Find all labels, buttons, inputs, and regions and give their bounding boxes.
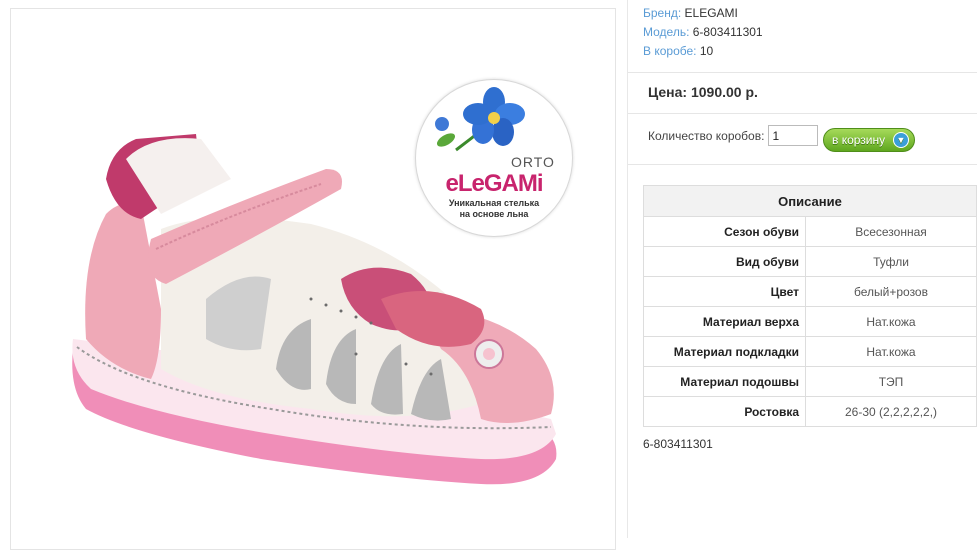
spec-value: Всесезонная xyxy=(805,216,977,247)
divider xyxy=(628,164,977,165)
table-row: Сезон обуви Всесезонная xyxy=(643,216,977,247)
logo-brand-text: eLeGAMi xyxy=(445,170,543,197)
cart-icon: ▼ xyxy=(893,132,909,148)
spec-value: Нат.кожа xyxy=(805,306,977,337)
brand-logo: ORTO eLeGAMi Уникальная стелька на основ… xyxy=(415,79,573,237)
product-image-panel[interactable]: ORTO eLeGAMi Уникальная стелька на основ… xyxy=(10,8,616,550)
table-row: Цвет белый+розов xyxy=(643,276,977,307)
spec-label: Сезон обуви xyxy=(643,216,806,247)
model-row: Модель: 6-803411301 xyxy=(643,23,763,42)
model-label: Модель: xyxy=(643,25,690,39)
model-value: 6-803411301 xyxy=(692,25,763,39)
logo-orto-text: ORTO xyxy=(511,154,555,170)
brand-label: Бренд: xyxy=(643,6,682,20)
spec-value: Нат.кожа xyxy=(805,336,977,367)
table-row: Ростовка 26-30 (2,2,2,2,2,) xyxy=(643,396,977,427)
box-row: В коробе: 10 xyxy=(643,42,763,61)
spec-label: Вид обуви xyxy=(643,246,806,277)
spec-title: Описание xyxy=(643,185,977,217)
divider xyxy=(628,113,977,114)
table-row: Материал подошвы ТЭП xyxy=(643,366,977,397)
quantity-row: Количество коробов: xyxy=(648,125,819,146)
logo-tagline: Уникальная стелька на основе льна xyxy=(426,198,562,220)
box-value: 10 xyxy=(699,44,714,58)
spec-label: Материал подошвы xyxy=(643,366,806,397)
spec-value: белый+розов xyxy=(805,276,977,307)
spec-value: 26-30 (2,2,2,2,2,) xyxy=(805,396,977,427)
flax-flower-icon xyxy=(435,87,525,152)
quantity-input[interactable] xyxy=(768,125,819,146)
add-to-cart-label: в корзину xyxy=(832,133,886,147)
box-label: В коробе: xyxy=(643,44,697,58)
product-meta: Бренд: ELEGAMI Модель: 6-803411301 В кор… xyxy=(643,4,763,61)
table-row: Вид обуви Туфли xyxy=(643,246,977,277)
divider xyxy=(628,72,977,73)
brand-value: ELEGAMI xyxy=(684,6,738,20)
column-divider xyxy=(627,0,628,538)
spec-label: Цвет xyxy=(643,276,806,307)
product-price: Цена: 1090.00 р. xyxy=(648,84,758,100)
spec-value: ТЭП xyxy=(805,366,977,397)
spec-label: Материал верха xyxy=(643,306,806,337)
logo-tagline-line1: Уникальная стелька xyxy=(448,198,540,208)
spec-value: Туфли xyxy=(805,246,977,277)
table-row: Материал верха Нат.кожа xyxy=(643,306,977,337)
logo-tagline-line2: на основе льна xyxy=(459,209,529,219)
brand-row: Бренд: ELEGAMI xyxy=(643,4,763,23)
quantity-label: Количество коробов: xyxy=(648,128,765,143)
spec-label: Ростовка xyxy=(643,396,806,427)
spec-label: Материал подкладки xyxy=(643,336,806,367)
product-code: 6-803411301 xyxy=(643,437,713,451)
add-to-cart-button[interactable]: в корзину ▼ xyxy=(823,128,915,152)
spec-table: Описание Сезон обуви Всесезонная Вид обув… xyxy=(643,185,977,427)
table-row: Материал подкладки Нат.кожа xyxy=(643,336,977,367)
